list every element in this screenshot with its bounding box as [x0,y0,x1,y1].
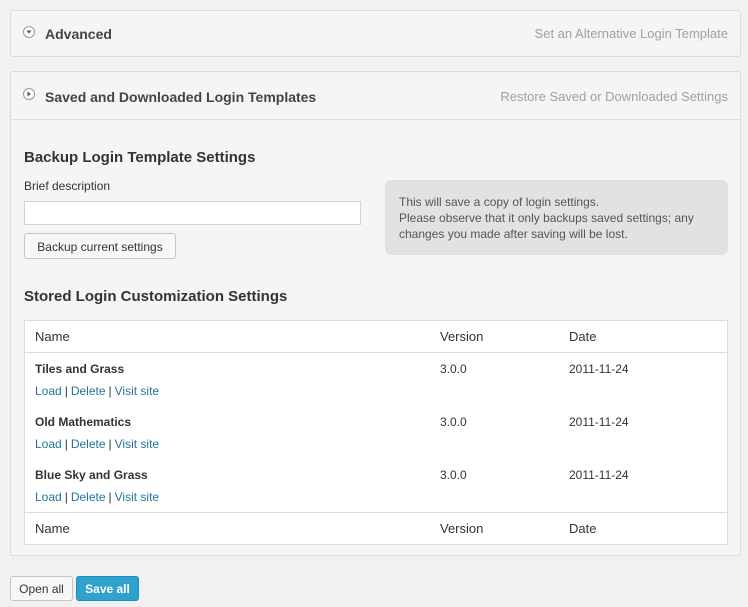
saved-templates-panel-header[interactable]: Saved and Downloaded Login Templates Res… [11,72,740,120]
open-all-button[interactable]: Open all [10,576,73,601]
info-line: changes you made after saving will be lo… [399,227,628,241]
action-separator: | [108,490,112,504]
table-row: Blue Sky and Grass 3.0.0 2011-11-24 Load… [25,459,727,512]
action-separator: | [64,490,68,504]
visit-site-link[interactable]: Visit site [115,437,159,451]
stored-settings-table: Name Version Date Tiles and Grass 3.0.0 … [24,320,728,545]
saved-templates-panel: Saved and Downloaded Login Templates Res… [10,71,741,556]
column-footer-date[interactable]: Date [569,521,596,536]
saved-templates-panel-subtitle: Restore Saved or Downloaded Settings [500,89,728,104]
brief-description-input[interactable] [24,201,361,225]
advanced-panel-header[interactable]: Advanced Set an Alternative Login Templa… [11,11,740,57]
visit-site-link[interactable]: Visit site [115,384,159,398]
load-link[interactable]: Load [35,437,62,451]
template-name: Old Mathematics [35,415,132,429]
column-footer-version[interactable]: Version [440,521,483,536]
saved-templates-panel-title: Saved and Downloaded Login Templates [45,89,317,105]
template-date: 2011-11-24 [569,468,629,482]
action-separator: | [108,437,112,451]
action-separator: | [64,384,68,398]
backup-settings-button[interactable]: Backup current settings [24,233,176,259]
template-version: 3.0.0 [440,468,467,482]
column-header-version[interactable]: Version [440,329,483,344]
brief-description-label: Brief description [24,179,111,193]
visit-site-link[interactable]: Visit site [115,490,159,504]
load-link[interactable]: Load [35,490,62,504]
action-separator: | [64,437,68,451]
advanced-panel-subtitle: Set an Alternative Login Template [534,26,728,41]
template-version: 3.0.0 [440,415,467,429]
stored-settings-heading: Stored Login Customization Settings [24,288,288,305]
column-header-name[interactable]: Name [35,329,70,344]
row-actions: Load | Delete | Visit site [35,437,159,451]
delete-link[interactable]: Delete [71,437,106,451]
save-all-button[interactable]: Save all [76,576,139,601]
backup-info-box: This will save a copy of login settings.… [385,180,728,255]
template-name: Blue Sky and Grass [35,468,148,482]
row-actions: Load | Delete | Visit site [35,384,159,398]
row-actions: Load | Delete | Visit site [35,490,159,504]
table-header: Name Version Date [25,321,727,353]
backup-heading: Backup Login Template Settings [24,149,256,166]
template-name: Tiles and Grass [35,362,125,376]
load-link[interactable]: Load [35,384,62,398]
info-line: Please observe that it only backups save… [399,211,694,225]
template-date: 2011-11-24 [569,362,629,376]
delete-link[interactable]: Delete [71,384,106,398]
table-row: Old Mathematics 3.0.0 2011-11-24 Load | De… [25,406,727,459]
info-line: This will save a copy of login settings. [399,195,600,209]
template-date: 2011-11-24 [569,415,629,429]
table-row: Tiles and Grass 3.0.0 2011-11-24 Load | De… [25,353,727,406]
template-version: 3.0.0 [440,362,467,376]
delete-link[interactable]: Delete [71,490,106,504]
action-separator: | [108,384,112,398]
advanced-panel-title: Advanced [45,26,112,42]
advanced-panel: Advanced Set an Alternative Login Templa… [10,10,741,57]
table-footer: Name Version Date [25,512,727,544]
chevron-down-icon[interactable] [23,26,35,38]
column-footer-name[interactable]: Name [35,521,70,536]
chevron-right-icon[interactable] [23,88,35,100]
column-header-date[interactable]: Date [569,329,596,344]
